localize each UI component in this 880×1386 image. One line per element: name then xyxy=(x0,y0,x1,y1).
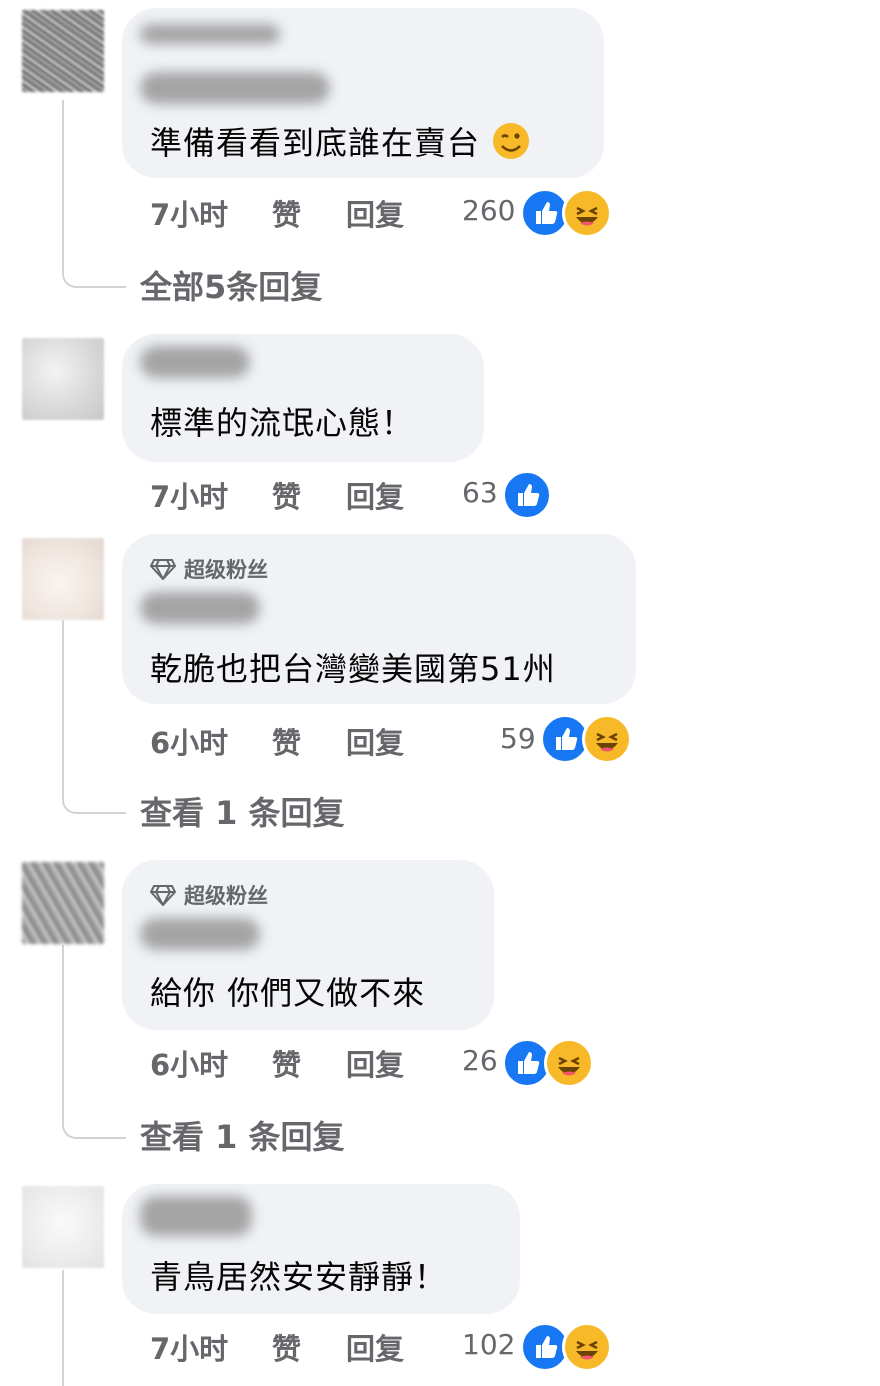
author-name-redacted[interactable] xyxy=(140,346,250,378)
comment-time[interactable]: 6小时 xyxy=(150,1042,228,1084)
reaction-count[interactable]: 63 xyxy=(462,476,498,509)
thread-line xyxy=(62,100,64,260)
view-replies-link[interactable]: 查看 1 条回复 xyxy=(140,788,345,834)
reply-button[interactable]: 回复 xyxy=(346,192,404,234)
reaction-count[interactable]: 26 xyxy=(462,1044,498,1077)
comment-time[interactable]: 6小时 xyxy=(150,720,228,762)
author-name-redacted[interactable] xyxy=(140,592,260,624)
like-button[interactable]: 赞 xyxy=(272,1326,301,1368)
comment-time[interactable]: 7小时 xyxy=(150,192,228,234)
comment-text: 標準的流氓心態！ xyxy=(150,404,415,442)
like-reaction-icon[interactable] xyxy=(502,470,552,520)
view-replies-link[interactable]: 全部5条回复 xyxy=(140,262,322,308)
avatar[interactable] xyxy=(22,10,104,92)
thread-line xyxy=(62,1270,64,1386)
author-name-redacted[interactable] xyxy=(140,24,280,44)
thread-line xyxy=(62,620,64,786)
reply-button[interactable]: 回复 xyxy=(346,720,404,762)
comment-text: 青鳥居然安安靜靜！ xyxy=(150,1258,448,1296)
view-replies-link[interactable]: 查看 1 条回复 xyxy=(140,1112,345,1158)
author-name-redacted[interactable] xyxy=(140,72,330,104)
reaction-count[interactable]: 59 xyxy=(500,722,536,755)
avatar[interactable] xyxy=(22,338,104,420)
avatar[interactable] xyxy=(22,538,104,620)
like-button[interactable]: 赞 xyxy=(272,720,301,762)
haha-reaction-icon[interactable] xyxy=(562,188,612,238)
reaction-count[interactable]: 102 xyxy=(462,1328,515,1361)
reply-button[interactable]: 回复 xyxy=(346,1326,404,1368)
avatar[interactable] xyxy=(22,1186,104,1268)
haha-reaction-icon[interactable] xyxy=(544,1038,594,1088)
reply-button[interactable]: 回复 xyxy=(346,474,404,516)
avatar[interactable] xyxy=(22,862,104,944)
author-name-redacted[interactable] xyxy=(140,918,260,950)
author-name-redacted[interactable] xyxy=(140,1196,252,1236)
diamond-icon xyxy=(150,559,176,580)
comment-text: 給你 你們又做不來 xyxy=(150,974,426,1012)
wink-face-icon xyxy=(493,123,530,159)
like-button[interactable]: 赞 xyxy=(272,1042,301,1084)
super-fan-badge: 超级粉丝 xyxy=(150,880,268,910)
comment-time[interactable]: 7小时 xyxy=(150,1326,228,1368)
badge-label: 超级粉丝 xyxy=(184,884,268,908)
reply-button[interactable]: 回复 xyxy=(346,1042,404,1084)
badge-label: 超级粉丝 xyxy=(184,558,268,582)
diamond-icon xyxy=(150,885,176,906)
thread-line xyxy=(62,945,64,1111)
thread-elbow xyxy=(62,1111,126,1139)
like-button[interactable]: 赞 xyxy=(272,192,301,234)
thread-elbow xyxy=(62,260,126,288)
super-fan-badge: 超级粉丝 xyxy=(150,554,268,584)
haha-reaction-icon[interactable] xyxy=(582,714,632,764)
comment-text: 乾脆也把台灣變美國第51州 xyxy=(150,650,556,688)
comment-text: 準備看看到底誰在賣台 xyxy=(150,118,531,164)
like-button[interactable]: 赞 xyxy=(272,474,301,516)
thread-elbow xyxy=(62,786,126,814)
comment-time[interactable]: 7小时 xyxy=(150,474,228,516)
haha-reaction-icon[interactable] xyxy=(562,1322,612,1372)
reaction-count[interactable]: 260 xyxy=(462,194,515,227)
